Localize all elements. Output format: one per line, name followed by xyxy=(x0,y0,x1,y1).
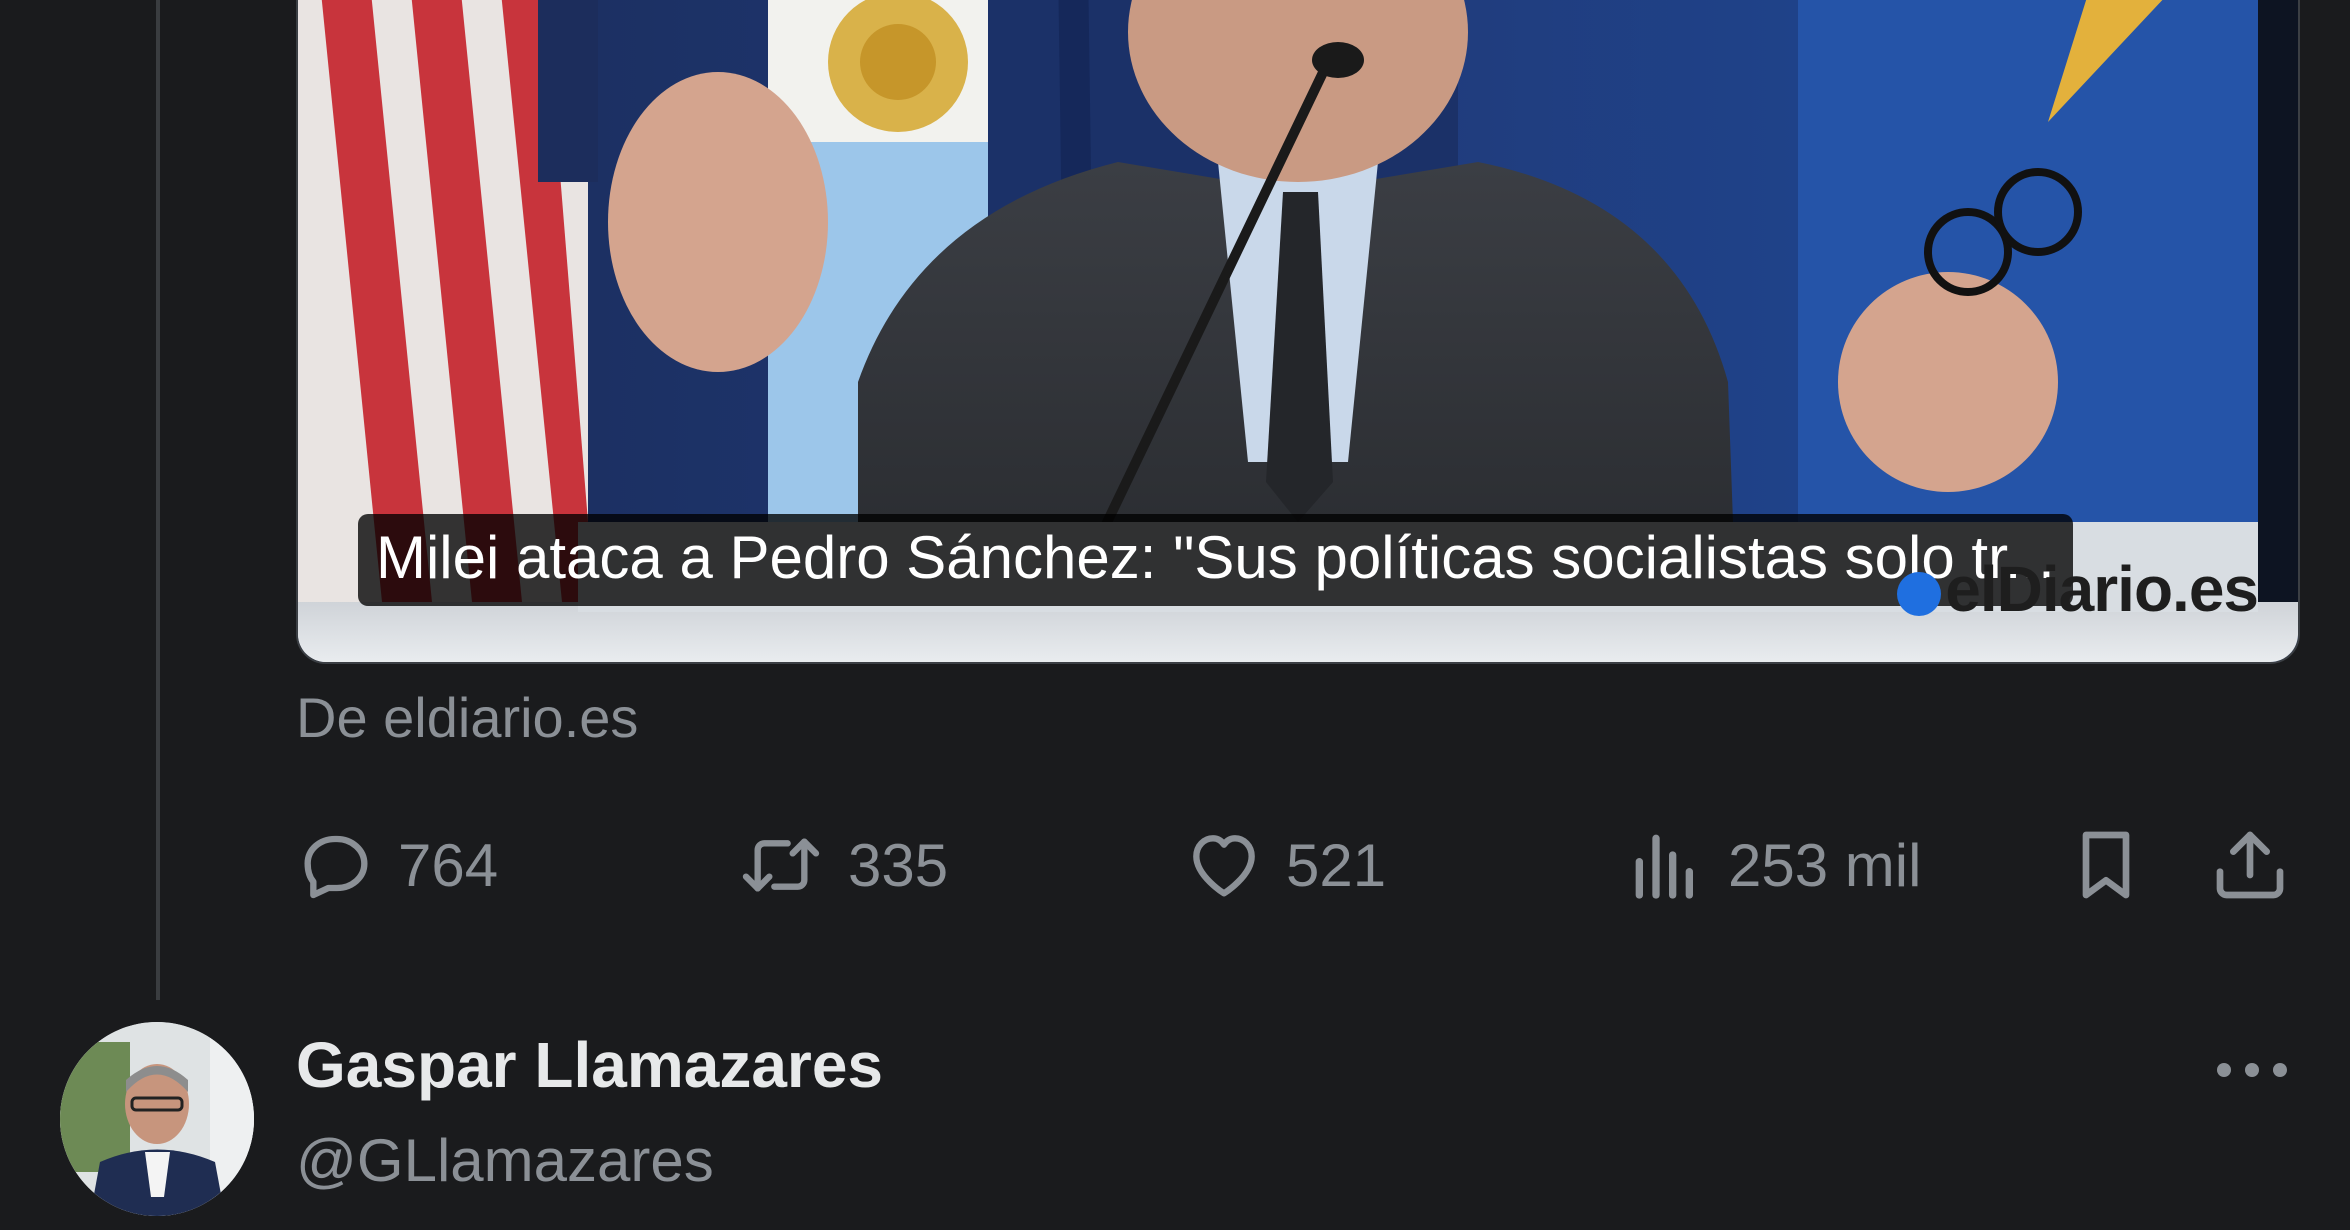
reply-button[interactable]: 764 xyxy=(296,820,498,910)
like-count: 521 xyxy=(1286,831,1387,899)
share-button[interactable] xyxy=(2210,820,2290,910)
repost-count: 335 xyxy=(848,831,949,899)
link-source[interactable]: De eldiario.es xyxy=(296,685,638,750)
repost-button[interactable]: 335 xyxy=(736,820,948,910)
tweet-thread: Milei ataca a Pedro Sánchez: "Sus políti… xyxy=(0,0,2350,1230)
heart-icon xyxy=(1193,835,1255,897)
publisher-logo: elDiario.es xyxy=(1897,552,2259,626)
link-preview-card[interactable]: Milei ataca a Pedro Sánchez: "Sus políti… xyxy=(296,0,2300,664)
more-options-button[interactable] xyxy=(2212,1040,2292,1100)
reply-count: 764 xyxy=(398,831,499,899)
like-button[interactable]: 521 xyxy=(1184,820,1386,910)
avatar-photo xyxy=(60,1022,254,1216)
bar-chart-icon xyxy=(1635,834,1693,899)
views-button[interactable]: 253 mil xyxy=(1626,820,1921,910)
views-count: 253 mil xyxy=(1728,831,1922,899)
author-avatar[interactable] xyxy=(60,1022,254,1216)
share-upload-icon xyxy=(2216,831,2284,899)
bookmark-button[interactable] xyxy=(2066,820,2146,910)
logo-text: elDiario.es xyxy=(1945,553,2259,625)
reply-bubble-icon xyxy=(304,835,368,899)
bookmark-icon xyxy=(2082,831,2130,899)
thread-connector-line xyxy=(156,0,160,1000)
repost-arrows-icon xyxy=(742,838,820,892)
logo-dot xyxy=(1897,572,1942,617)
more-dots-icon xyxy=(2217,1063,2287,1077)
author-handle[interactable]: @GLlamazares xyxy=(296,1126,714,1195)
author-name[interactable]: Gaspar Llamazares xyxy=(296,1028,883,1102)
tweet-action-bar: 764 335 521 253 mil xyxy=(296,820,2296,910)
card-headline: Milei ataca a Pedro Sánchez: "Sus políti… xyxy=(358,514,2073,606)
